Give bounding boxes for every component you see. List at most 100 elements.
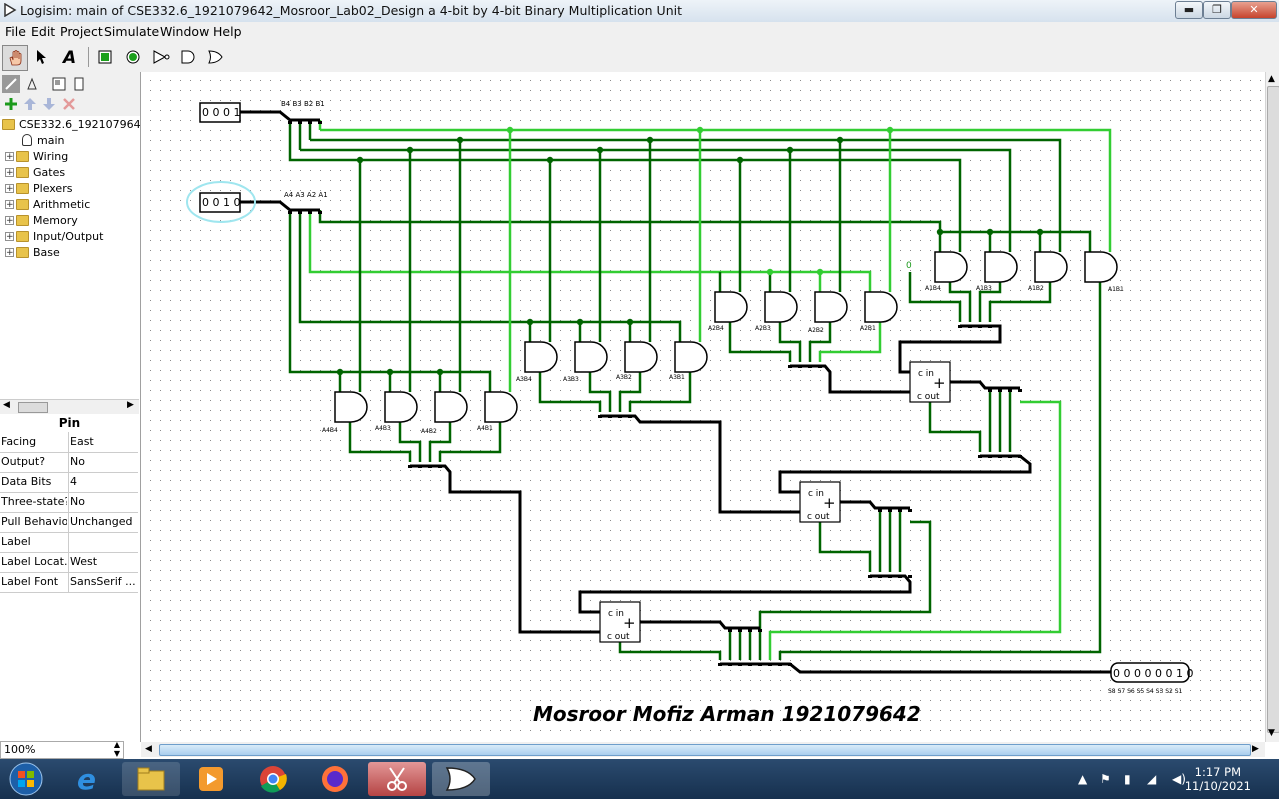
prop-value[interactable]: SansSerif ...: [70, 575, 137, 588]
prop-value[interactable]: No: [70, 495, 137, 508]
select-arrow-icon[interactable]: [30, 45, 54, 69]
and-gate[interactable]: [624, 341, 658, 373]
prop-row-label[interactable]: Label: [0, 532, 138, 553]
or-gate-icon[interactable]: [203, 45, 227, 69]
hand-poke-tool-icon[interactable]: [2, 45, 28, 71]
and-gate[interactable]: [384, 391, 418, 423]
and-gate[interactable]: [674, 341, 708, 373]
chrome-icon[interactable]: [244, 762, 302, 796]
expand-icon[interactable]: +: [5, 215, 14, 225]
expand-icon[interactable]: +: [5, 151, 14, 161]
and-gate[interactable]: [764, 291, 798, 323]
toolbox-view-icon[interactable]: [2, 75, 20, 93]
power-icon[interactable]: ▮: [1124, 772, 1131, 786]
adder-3[interactable]: c in + c out: [599, 601, 641, 643]
tree-scroll-thumb[interactable]: [18, 402, 48, 413]
network-signal-icon[interactable]: ◢: [1147, 772, 1156, 786]
logisim-icon[interactable]: [432, 762, 490, 796]
tree-library-arithmetic[interactable]: + Arithmetic: [5, 196, 90, 212]
firefox-icon[interactable]: [306, 762, 364, 796]
output-pin[interactable]: 0 0 0 0 0 0 1 0: [1110, 662, 1193, 683]
move-up-icon[interactable]: [21, 95, 39, 113]
scroll-right-icon[interactable]: ▶: [127, 400, 134, 410]
prop-value[interactable]: 4: [70, 475, 137, 488]
and-gate[interactable]: [934, 251, 968, 283]
action-center-flag-icon[interactable]: ⚑: [1100, 772, 1111, 786]
and-gate[interactable]: [814, 291, 848, 323]
and-gate[interactable]: [524, 341, 558, 373]
tree-project[interactable]: CSE332.6_1921079642_: [2, 116, 153, 132]
simulation-tree-icon[interactable]: [23, 75, 41, 93]
and-gate[interactable]: [434, 391, 468, 423]
scroll-left-icon[interactable]: ◀: [3, 400, 10, 410]
horizontal-scroll-thumb[interactable]: [159, 744, 1251, 756]
canvas-vertical-scrollbar[interactable]: ▲ ▼: [1265, 72, 1279, 742]
add-circuit-icon[interactable]: [2, 95, 20, 113]
scroll-down-icon[interactable]: ▼: [1268, 728, 1275, 738]
circuit-diagram[interactable]: 0 0 0 1 0 0 1 0 B4 B3 B2 B1 A4 A3 A2 A1 …: [141, 72, 1266, 740]
internet-explorer-icon[interactable]: e: [60, 762, 118, 796]
move-down-icon[interactable]: [40, 95, 58, 113]
input-pin-icon[interactable]: [93, 45, 117, 69]
and-gate[interactable]: [574, 341, 608, 373]
tree-library-gates[interactable]: + Gates: [5, 164, 65, 180]
system-clock[interactable]: 1:17 PM 11/10/2021: [1185, 765, 1251, 793]
not-gate-icon[interactable]: [149, 45, 173, 69]
minimize-button[interactable]: ▬: [1175, 1, 1203, 19]
prop-value[interactable]: East: [70, 435, 137, 448]
zoom-value[interactable]: 100%: [4, 743, 35, 756]
expand-icon[interactable]: +: [5, 167, 14, 177]
expand-icon[interactable]: +: [5, 231, 14, 241]
expand-icon[interactable]: +: [5, 183, 14, 193]
close-button[interactable]: ✕: [1231, 1, 1277, 19]
menu-help[interactable]: Help: [213, 24, 242, 39]
vertical-scroll-thumb[interactable]: [1267, 86, 1279, 733]
prop-row-pull-behavior[interactable]: Pull Behavior Unchanged: [0, 512, 138, 533]
and-gate-icon[interactable]: [176, 45, 200, 69]
tree-library-wiring[interactable]: + Wiring: [5, 148, 68, 164]
scroll-left-icon[interactable]: ◀: [145, 744, 152, 754]
tree-horizontal-scrollbar[interactable]: ◀ ▶: [0, 399, 139, 414]
appearance-edit-icon[interactable]: [70, 75, 88, 93]
and-gate[interactable]: [1034, 251, 1068, 283]
and-gate[interactable]: [484, 391, 518, 423]
text-tool-icon[interactable]: A: [57, 45, 81, 69]
prop-value[interactable]: No: [70, 455, 137, 468]
menu-edit[interactable]: Edit: [31, 24, 55, 39]
delete-circuit-icon[interactable]: [60, 95, 78, 113]
menu-simulate[interactable]: Simulate: [104, 24, 159, 39]
maximize-button[interactable]: ❐: [1203, 1, 1231, 19]
and-gate[interactable]: [1084, 251, 1118, 283]
canvas-horizontal-scrollbar[interactable]: ◀ ▶: [141, 742, 1265, 757]
expand-icon[interactable]: +: [5, 247, 14, 257]
scroll-up-icon[interactable]: ▲: [1268, 74, 1275, 84]
scroll-right-icon[interactable]: ▶: [1252, 744, 1259, 754]
prop-row-output[interactable]: Output? No: [0, 452, 138, 473]
prop-row-data-bits[interactable]: Data Bits 4: [0, 472, 138, 493]
and-gate[interactable]: [334, 391, 368, 423]
and-gate[interactable]: [984, 251, 1018, 283]
prop-row-facing[interactable]: Facing East: [0, 432, 138, 453]
tree-library-input-output[interactable]: + Input/Output: [5, 228, 103, 244]
and-gate[interactable]: [714, 291, 748, 323]
and-gate[interactable]: [864, 291, 898, 323]
file-explorer-icon[interactable]: [122, 762, 180, 796]
start-orb-icon[interactable]: [0, 762, 52, 796]
output-pin-icon[interactable]: [121, 45, 145, 69]
zoom-spinner-icon[interactable]: ▲ ▼: [114, 740, 120, 758]
menu-file[interactable]: File: [5, 24, 26, 39]
tree-library-plexers[interactable]: + Plexers: [5, 180, 72, 196]
menu-project[interactable]: Project: [60, 24, 103, 39]
tree-library-memory[interactable]: + Memory: [5, 212, 78, 228]
menu-window[interactable]: Window: [160, 24, 209, 39]
tree-circuit-main[interactable]: main: [22, 132, 64, 148]
prop-value[interactable]: West: [70, 555, 137, 568]
tree-library-base[interactable]: + Base: [5, 244, 60, 260]
layout-edit-icon[interactable]: [50, 75, 68, 93]
snipping-tool-icon[interactable]: [368, 762, 426, 796]
circuit-canvas[interactable]: 0 0 0 1 0 0 1 0 B4 B3 B2 B1 A4 A3 A2 A1 …: [141, 72, 1266, 740]
expand-icon[interactable]: +: [5, 199, 14, 209]
prop-value[interactable]: Unchanged: [70, 515, 137, 528]
adder-1[interactable]: c in + c out: [909, 361, 951, 403]
prop-row-label-location[interactable]: Label Locat...West: [0, 552, 138, 573]
